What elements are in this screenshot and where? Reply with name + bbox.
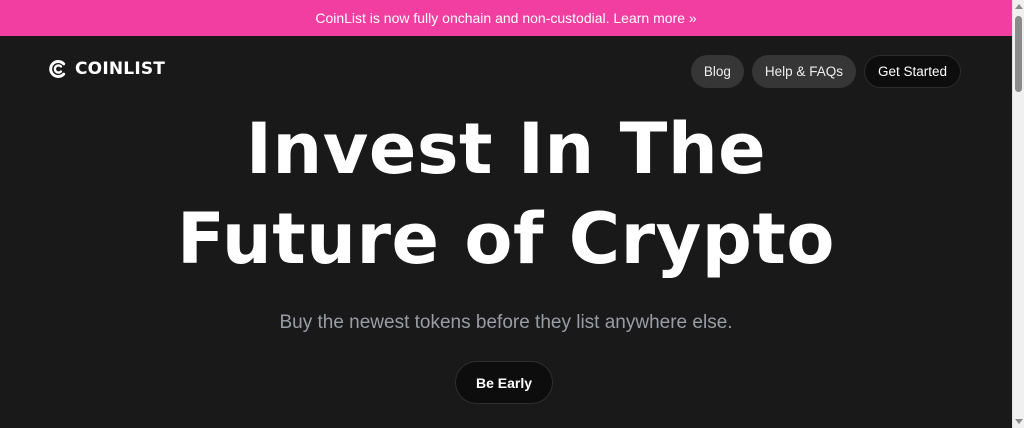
hero-title-line-2: Future of Crypto xyxy=(177,198,835,280)
announcement-link[interactable]: CoinList is now fully onchain and non-cu… xyxy=(315,10,696,26)
hero-title: Invest In The Future of Crypto xyxy=(0,104,1012,284)
scrollbar-thumb[interactable] xyxy=(1015,16,1022,92)
vertical-scrollbar[interactable] xyxy=(1012,0,1024,428)
header-nav: Blog Help & FAQs Get Started xyxy=(690,55,961,88)
scroll-down-arrow-icon[interactable] xyxy=(1015,419,1023,424)
help-faqs-button[interactable]: Help & FAQs xyxy=(751,55,856,88)
be-early-button[interactable]: Be Early xyxy=(455,361,553,404)
browser-viewport: CoinList is now fully onchain and non-cu… xyxy=(0,0,1024,428)
hero-subtitle: Buy the newest tokens before they list a… xyxy=(279,312,733,333)
coinlist-c-icon xyxy=(49,60,66,78)
announcement-banner: CoinList is now fully onchain and non-cu… xyxy=(0,0,1012,36)
hero-title-line-1: Invest In The xyxy=(245,108,767,190)
coinlist-logo[interactable]: COINLIST xyxy=(47,58,165,80)
page: CoinList is now fully onchain and non-cu… xyxy=(0,0,1012,428)
scroll-up-arrow-icon[interactable] xyxy=(1015,4,1023,9)
get-started-button[interactable]: Get Started xyxy=(863,55,961,88)
logo-wordmark: COINLIST xyxy=(75,59,166,79)
blog-button[interactable]: Blog xyxy=(690,55,744,88)
